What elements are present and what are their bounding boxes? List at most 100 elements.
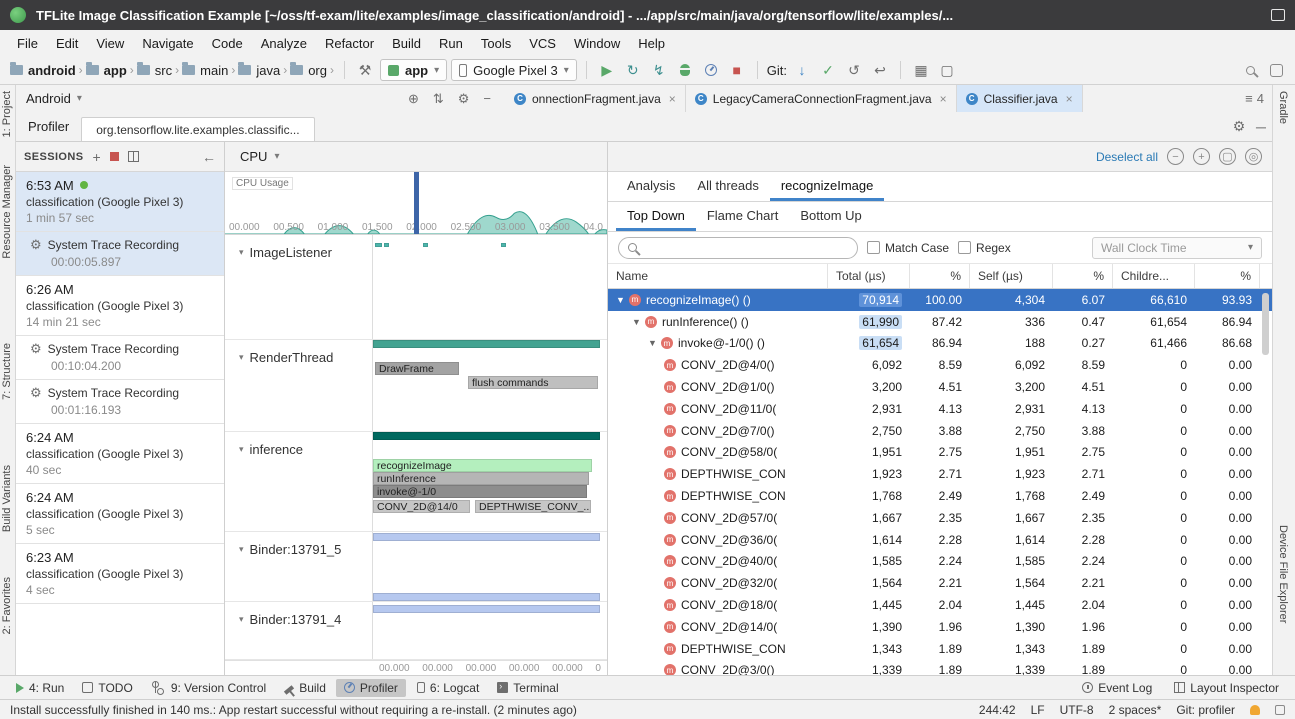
table-row[interactable]: ▼minvoke@-1/0() ()61,65486.941880.2761,4… — [608, 333, 1272, 355]
editor-tab[interactable]: CLegacyCameraConnectionFragment.java× — [686, 85, 957, 112]
menu-view[interactable]: View — [87, 33, 133, 54]
window-control-icon[interactable] — [1271, 9, 1285, 21]
table-row[interactable]: mCONV_2D@7/0()2,7503.882,7503.8800.00 — [608, 420, 1272, 442]
menu-vcs[interactable]: VCS — [520, 33, 565, 54]
trace-event-bar[interactable]: invoke@-1/0 — [373, 485, 587, 498]
table-scrollbar[interactable] — [1262, 293, 1269, 355]
profiler-session-tab[interactable]: org.tensorflow.lite.examples.classific..… — [81, 117, 314, 141]
tool-window-button-6-logcat[interactable]: 6: Logcat — [408, 679, 487, 697]
menu-help[interactable]: Help — [629, 33, 674, 54]
thread-state-bar[interactable] — [373, 593, 600, 601]
menu-refactor[interactable]: Refactor — [316, 33, 383, 54]
session-recording[interactable]: ⚙System Trace Recording00:01:16.193 — [16, 380, 224, 424]
debug-button[interactable] — [674, 59, 696, 81]
table-row[interactable]: mDEPTHWISE_CON1,7682.491,7682.4900.00 — [608, 485, 1272, 507]
menu-build[interactable]: Build — [383, 33, 430, 54]
breadcrumb-item-app[interactable]: app — [84, 63, 129, 78]
table-row[interactable]: mCONV_2D@36/0(1,6142.281,6142.2800.00 — [608, 529, 1272, 551]
thread-track-label[interactable]: ▾Binder:13791_4 — [225, 602, 373, 659]
project-view-selector[interactable]: Android — [26, 91, 71, 106]
breadcrumb-item-main[interactable]: main — [180, 63, 230, 78]
lock-icon[interactable] — [1275, 705, 1285, 715]
collapse-all-icon[interactable]: ⇅ — [429, 91, 448, 107]
cpu-usage-chart[interactable]: CPU Usage 00.00000.50001.00001.50002.000… — [225, 172, 607, 235]
status-item-244-42[interactable]: 244:42 — [979, 703, 1016, 717]
run-button[interactable]: ▶ — [596, 59, 618, 81]
editor-tab[interactable]: ConnectionFragment.java× — [505, 85, 686, 112]
search-input[interactable] — [644, 241, 848, 255]
thread-track[interactable]: ▾RenderThreadDrawFrameflush commands — [225, 340, 607, 432]
session-item[interactable]: 6:53 AMclassification (Google Pixel 3)1 … — [16, 172, 224, 232]
stop-button[interactable]: ■ — [726, 59, 748, 81]
locate-file-icon[interactable]: ⊕ — [404, 91, 423, 107]
subtab-top-down[interactable]: Top Down — [616, 202, 696, 231]
table-row[interactable]: mCONV_2D@18/0(1,4452.041,4452.0400.00 — [608, 594, 1272, 616]
stop-session-icon[interactable] — [110, 152, 119, 161]
session-recording[interactable]: ⚙System Trace Recording00:10:04.200 — [16, 336, 224, 380]
breadcrumb-item-android[interactable]: android — [8, 63, 78, 78]
menu-code[interactable]: Code — [203, 33, 252, 54]
thread-track-label[interactable]: ▾RenderThread — [225, 340, 373, 431]
thread-track-label[interactable]: ▾Binder:13791_5 — [225, 532, 373, 601]
thread-track[interactable]: ▾Binder:13791_4 — [225, 602, 607, 660]
menu-navigate[interactable]: Navigate — [133, 33, 202, 54]
menu-run[interactable]: Run — [430, 33, 472, 54]
search-box[interactable] — [618, 237, 858, 259]
collapse-arrow-icon[interactable]: ▾ — [239, 544, 244, 555]
thread-state-bar[interactable] — [373, 605, 600, 613]
tab-recognizeimage[interactable]: recognizeImage — [770, 172, 885, 201]
column-header[interactable]: Childre... — [1113, 264, 1195, 288]
profile-button[interactable] — [700, 59, 722, 81]
collapse-arrow-icon[interactable]: ▾ — [239, 247, 244, 258]
apply-changes-button[interactable]: ↻ — [622, 59, 644, 81]
hide-panel-icon[interactable]: − — [479, 91, 495, 106]
expand-pane-icon[interactable] — [128, 151, 139, 162]
tool-window-stripe-1-project[interactable]: 1: Project — [1, 91, 13, 137]
regex-checkbox[interactable] — [958, 241, 971, 254]
menu-window[interactable]: Window — [565, 33, 629, 54]
zoom-to-selection-icon[interactable]: ◎ — [1245, 148, 1262, 165]
session-item[interactable]: 6:24 AMclassification (Google Pixel 3)40… — [16, 424, 224, 484]
collapse-left-icon[interactable]: ← — [202, 149, 216, 165]
notification-bell-icon[interactable] — [1250, 705, 1260, 715]
search-everywhere-button[interactable] — [1239, 59, 1261, 81]
thread-track[interactable]: ▾Binder:13791_5 — [225, 532, 607, 602]
collapse-arrow-icon[interactable]: ▾ — [239, 352, 244, 363]
rollback-button[interactable]: ↩ — [869, 59, 891, 81]
thread-timeline[interactable] — [373, 602, 607, 659]
subtab-flame-chart[interactable]: Flame Chart — [696, 202, 790, 231]
table-row[interactable]: mCONV_2D@58/0(1,9512.751,9512.7500.00 — [608, 442, 1272, 464]
settings-avatar-button[interactable] — [1265, 59, 1287, 81]
expand-arrow-icon[interactable]: ▼ — [648, 338, 661, 348]
thread-state-bar[interactable] — [501, 243, 506, 247]
expand-arrow-icon[interactable]: ▼ — [616, 295, 629, 305]
build-hammer-icon[interactable]: ⚒ — [354, 59, 376, 81]
breadcrumb-item-java[interactable]: java — [236, 63, 282, 78]
session-recording[interactable]: ⚙System Trace Recording00:00:05.897 — [16, 232, 224, 276]
status-item-utf-8[interactable]: UTF-8 — [1060, 703, 1094, 717]
thread-track-label[interactable]: ▾inference — [225, 432, 373, 531]
zoom-in-icon[interactable]: + — [1193, 148, 1210, 165]
session-item[interactable]: 6:23 AMclassification (Google Pixel 3)4 … — [16, 544, 224, 604]
table-row[interactable]: mCONV_2D@57/0(1,6672.351,6672.3500.00 — [608, 507, 1272, 529]
thread-track-label[interactable]: ▾ImageListener — [225, 235, 373, 339]
thread-state-bar[interactable] — [373, 340, 600, 348]
trace-event-bar[interactable]: DEPTHWISE_CONV_... — [475, 500, 591, 513]
collapse-arrow-icon[interactable]: ▾ — [239, 444, 244, 455]
new-session-button[interactable]: + — [92, 149, 100, 165]
table-row[interactable]: mCONV_2D@1/0()3,2004.513,2004.5100.00 — [608, 376, 1272, 398]
tool-window-button-profiler[interactable]: Profiler — [336, 679, 406, 697]
table-row[interactable]: ▼mrecognizeImage() ()70,914100.004,3046.… — [608, 289, 1272, 311]
run-configuration-select[interactable]: app ▾ — [380, 59, 447, 81]
status-item-2-spaces-[interactable]: 2 spaces* — [1109, 703, 1162, 717]
pin-window-icon[interactable]: ▢ — [936, 59, 958, 81]
git-update-button[interactable]: ↓ — [791, 59, 813, 81]
table-row[interactable]: mCONV_2D@4/0()6,0928.596,0928.5900.00 — [608, 354, 1272, 376]
tab-bar-options[interactable]: ≡ 4 — [1237, 85, 1272, 112]
thread-timeline[interactable]: recognizeImagerunInferenceinvoke@-1/0CON… — [373, 432, 607, 531]
column-header[interactable]: % — [910, 264, 970, 288]
apply-code-changes-button[interactable]: ↯ — [648, 59, 670, 81]
tool-window-button-terminal[interactable]: Terminal — [489, 679, 566, 697]
column-header[interactable]: % — [1195, 264, 1260, 288]
reset-zoom-icon[interactable]: ▢ — [1219, 148, 1236, 165]
